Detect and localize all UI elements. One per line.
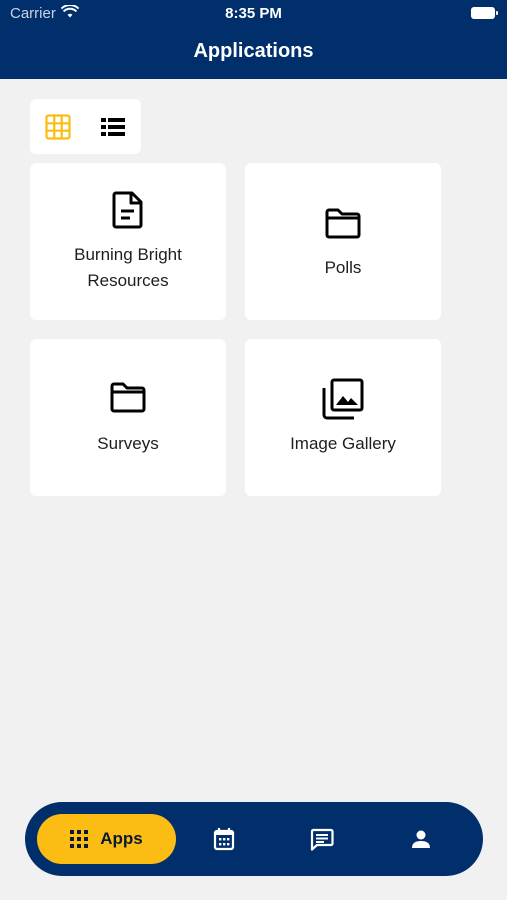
battery-icon: [471, 7, 498, 19]
view-toggle: [30, 99, 141, 154]
tab-messages[interactable]: [310, 827, 334, 851]
app-card-label-line2: Resources: [87, 271, 169, 290]
app-card-label: Surveys: [97, 434, 159, 453]
person-icon: [412, 830, 430, 848]
tab-calendar[interactable]: [212, 827, 236, 851]
app-card-burning-bright-resources[interactable]: Burning Bright Resources: [30, 163, 226, 320]
app-card-label: Polls: [324, 258, 362, 277]
folder-icon: [110, 382, 146, 413]
status-time: 8:35 PM: [225, 5, 282, 22]
document-icon: [112, 191, 143, 229]
chat-icon: [310, 828, 334, 851]
app-card-label-line1: Burning Bright: [74, 245, 182, 264]
grid-view-icon: [45, 114, 71, 140]
app-header: Carrier 8:35 PM Applications: [0, 0, 507, 79]
list-view-icon: [101, 118, 125, 136]
app-card-label: Image Gallery: [290, 434, 396, 453]
bottom-tab-bar: Apps: [25, 802, 483, 876]
app-card-polls[interactable]: Polls: [245, 163, 441, 320]
folder-icon: [325, 208, 361, 239]
grid-view-button[interactable]: [43, 112, 73, 142]
status-bar: Carrier 8:35 PM: [0, 0, 507, 28]
app-card-surveys[interactable]: Surveys: [30, 339, 226, 496]
calendar-icon: [213, 828, 235, 851]
apps-grid-icon: [70, 830, 89, 848]
photo-library-icon: [322, 378, 364, 420]
tab-apps[interactable]: Apps: [37, 814, 176, 864]
app-card-label: Burning Bright Resources: [38, 242, 218, 294]
list-view-button[interactable]: [98, 112, 128, 142]
tab-apps-label: Apps: [100, 829, 143, 848]
page-title: Applications: [193, 40, 314, 62]
app-card-image-gallery[interactable]: Image Gallery: [245, 339, 441, 496]
tab-profile[interactable]: [409, 827, 433, 851]
